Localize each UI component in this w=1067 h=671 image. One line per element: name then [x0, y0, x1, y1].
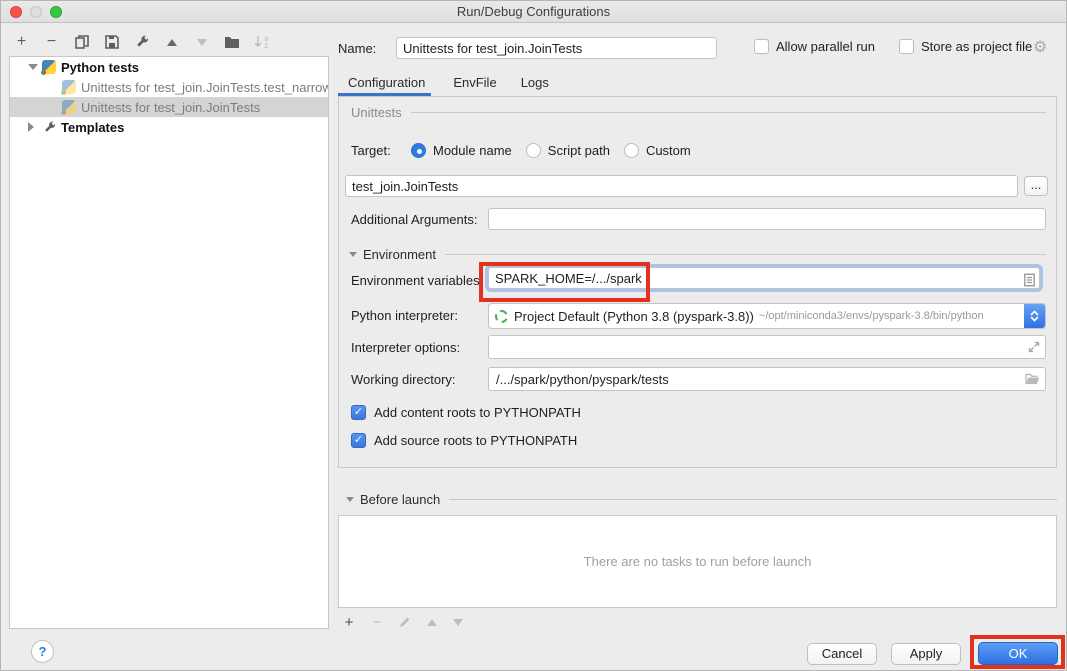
environment-variables-field[interactable] — [488, 267, 1040, 293]
additional-arguments-input[interactable] — [488, 208, 1046, 230]
ok-button[interactable]: OK — [978, 642, 1058, 665]
edit-task-icon — [398, 615, 412, 629]
unittests-section-label: Unittests — [351, 105, 402, 120]
no-tasks-message: There are no tasks to run before launch — [584, 554, 812, 569]
name-label: Name: — [338, 41, 396, 56]
conda-env-icon — [495, 310, 508, 323]
add-content-roots-checkbox[interactable]: ✓ — [351, 405, 366, 420]
window-title: Run/Debug Configurations — [1, 4, 1066, 19]
before-launch-label: Before launch — [360, 492, 440, 507]
interpreter-options-field[interactable] — [488, 335, 1046, 359]
tree-item-unittests-test-narrow[interactable]: Unittests for test_join.JoinTests.test_n… — [10, 77, 328, 97]
tree-item-unittests-jointests-selected[interactable]: Unittests for test_join.JoinTests — [10, 97, 328, 117]
before-launch-task-list: There are no tasks to run before launch — [338, 515, 1057, 608]
python-interpreter-select[interactable]: Project Default (Python 3.8 (pyspark-3.8… — [488, 303, 1046, 329]
wrench-icon[interactable] — [133, 34, 150, 51]
new-folder-icon[interactable] — [223, 34, 240, 51]
target-script-path-radio[interactable] — [526, 143, 541, 158]
add-task-icon[interactable]: + — [342, 615, 356, 629]
collapse-icon[interactable] — [346, 497, 354, 502]
tab-envfile[interactable]: EnvFile — [443, 75, 506, 90]
target-custom-label[interactable]: Custom — [646, 143, 691, 158]
allow-parallel-run-checkbox[interactable] — [754, 39, 769, 54]
working-directory-field[interactable]: /.../spark/python/pyspark/tests — [488, 367, 1046, 391]
task-up-icon — [426, 616, 438, 628]
add-source-roots-label: Add source roots to PYTHONPATH — [374, 433, 577, 448]
store-as-project-file-checkbox[interactable] — [899, 39, 914, 54]
tree-item-label: Unittests for test_join.JoinTests.test_n… — [81, 80, 328, 95]
collapse-icon[interactable] — [28, 64, 38, 70]
run-debug-configurations-dialog: Run/Debug Configurations + − az Python t… — [0, 0, 1067, 671]
configuration-form: Unittests Target: Module name Script pat… — [338, 96, 1057, 468]
python-interpreter-value: Project Default (Python 3.8 (pyspark-3.8… — [514, 309, 754, 324]
allow-parallel-run-label: Allow parallel run — [776, 39, 875, 54]
target-label: Target: — [351, 143, 411, 158]
move-up-icon[interactable] — [163, 34, 180, 51]
python-interpreter-path: ~/opt/miniconda3/envs/pyspark-3.8/bin/py… — [759, 310, 984, 322]
tab-logs[interactable]: Logs — [511, 75, 559, 90]
tree-item-templates[interactable]: Templates — [10, 117, 328, 137]
working-directory-label: Working directory: — [351, 372, 456, 387]
configurations-toolbar: + − az — [13, 32, 270, 52]
tree-item-label: Unittests for test_join.JoinTests — [81, 100, 260, 115]
copy-icon[interactable] — [73, 34, 90, 51]
environment-variables-label: Environment variables: — [351, 273, 483, 288]
tree-item-python-tests[interactable]: Python tests — [10, 57, 328, 77]
target-script-path-label[interactable]: Script path — [548, 143, 610, 158]
tree-item-label: Python tests — [61, 60, 139, 75]
python-interpreter-label: Python interpreter: — [351, 308, 458, 323]
move-down-icon — [193, 34, 210, 51]
tab-configuration[interactable]: Configuration — [338, 75, 435, 90]
python-tests-icon — [42, 60, 56, 74]
expand-icon[interactable] — [28, 122, 38, 132]
environment-section-separator[interactable]: Environment — [349, 247, 1046, 262]
gear-icon[interactable]: ⚙ — [1033, 37, 1047, 57]
tab-bar: Configuration EnvFile Logs — [338, 69, 559, 96]
collapse-icon[interactable] — [349, 252, 357, 257]
before-launch-section[interactable]: Before launch — [346, 492, 1057, 507]
env-vars-list-icon[interactable] — [1024, 274, 1035, 287]
task-down-icon — [452, 616, 464, 628]
store-as-project-file-label: Store as project file — [921, 39, 1032, 54]
chevron-up-down-icon[interactable] — [1024, 303, 1045, 329]
allow-parallel-run-option[interactable]: Allow parallel run — [754, 39, 875, 54]
before-launch-toolbar: + − — [342, 613, 464, 631]
folder-icon[interactable] — [1025, 373, 1040, 385]
environment-section-label: Environment — [363, 247, 436, 262]
working-directory-value: /.../spark/python/pyspark/tests — [496, 372, 669, 387]
add-source-roots-checkbox[interactable]: ✓ — [351, 433, 366, 448]
unittests-section-separator: Unittests — [351, 105, 1046, 120]
tree-item-label: Templates — [61, 120, 124, 135]
target-module-name-radio[interactable] — [411, 143, 426, 158]
add-source-roots-option[interactable]: ✓ Add source roots to PYTHONPATH — [351, 433, 577, 448]
target-module-name-label[interactable]: Module name — [433, 143, 512, 158]
remove-icon[interactable]: − — [43, 34, 60, 51]
cancel-button[interactable]: Cancel — [807, 643, 877, 665]
target-custom-radio[interactable] — [624, 143, 639, 158]
remove-task-icon: − — [370, 615, 384, 629]
interpreter-options-label: Interpreter options: — [351, 340, 460, 355]
wrench-icon — [42, 120, 57, 135]
save-icon[interactable] — [103, 34, 120, 51]
store-as-project-file-option[interactable]: Store as project file — [899, 39, 1032, 54]
python-test-icon — [62, 80, 76, 94]
environment-variables-input[interactable] — [488, 267, 1040, 289]
sort-alpha-icon: az — [253, 34, 270, 51]
additional-arguments-label: Additional Arguments: — [351, 212, 477, 227]
apply-button[interactable]: Apply — [891, 643, 961, 665]
python-test-icon — [62, 100, 76, 114]
target-row: Target: Module name Script path Custom — [351, 143, 705, 158]
configurations-tree: Python tests Unittests for test_join.Joi… — [9, 56, 329, 629]
help-button[interactable]: ? — [31, 640, 54, 663]
browse-button[interactable]: ... — [1024, 176, 1048, 196]
add-content-roots-option[interactable]: ✓ Add content roots to PYTHONPATH — [351, 405, 581, 420]
target-input[interactable] — [345, 175, 1018, 197]
add-content-roots-label: Add content roots to PYTHONPATH — [374, 405, 581, 420]
add-icon[interactable]: + — [13, 34, 30, 51]
name-row: Name: — [338, 37, 717, 59]
expand-field-icon[interactable] — [1028, 341, 1040, 353]
name-input[interactable] — [396, 37, 717, 59]
title-bar: Run/Debug Configurations — [1, 1, 1066, 23]
